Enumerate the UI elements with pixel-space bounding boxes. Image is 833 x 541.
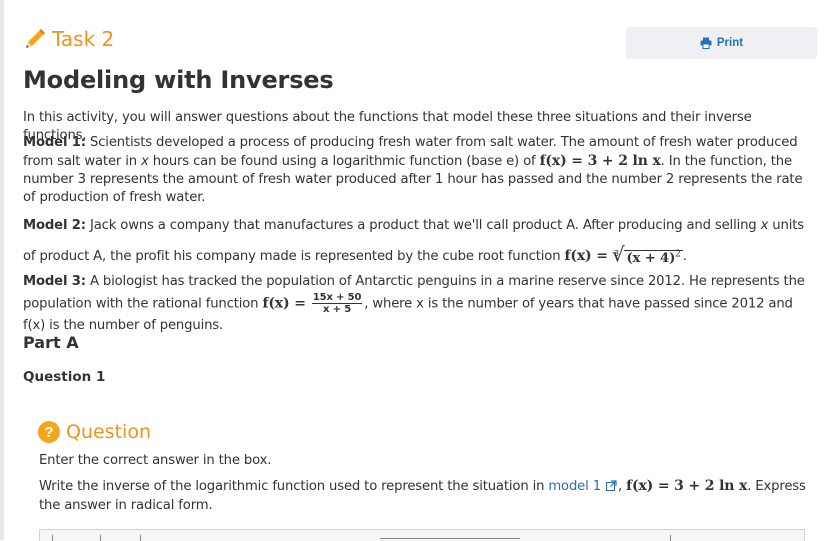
model-2-text-a: Jack owns a company that manufactures a … bbox=[89, 218, 757, 234]
model-2-var: x bbox=[760, 218, 769, 234]
pencil-icon bbox=[26, 29, 45, 48]
toolbar-button[interactable] bbox=[380, 538, 520, 539]
radicand: (x + 4)2 bbox=[624, 249, 683, 266]
print-button[interactable]: Print bbox=[626, 27, 817, 59]
root-index: 3 bbox=[613, 249, 619, 259]
cube-root: 3 √ (x + 4)2 bbox=[612, 240, 683, 272]
model-1-text: Model 1: Scientists developed a process … bbox=[23, 134, 813, 207]
model-1-function: f(x) = 3 + 2 ln x bbox=[539, 153, 661, 170]
question-instruction: Enter the correct answer in the box. bbox=[39, 453, 272, 468]
radicand-exponent: 2 bbox=[675, 249, 681, 260]
model-1-var: x bbox=[141, 154, 149, 170]
external-link-icon[interactable] bbox=[606, 480, 617, 491]
print-label: Print bbox=[716, 37, 744, 49]
question-function: f(x) = 3 + 2 ln x bbox=[626, 478, 748, 494]
toolbar-button[interactable] bbox=[100, 535, 101, 541]
page-title: Modeling with Inverses bbox=[23, 66, 334, 94]
math-editor-toolbar[interactable] bbox=[39, 529, 805, 541]
question-heading: ? Question bbox=[38, 421, 151, 443]
printer-icon bbox=[700, 37, 712, 49]
fraction-denominator: x + 5 bbox=[323, 304, 352, 316]
toolbar-button[interactable] bbox=[670, 535, 671, 541]
question-text: Write the inverse of the logarithmic fun… bbox=[39, 477, 809, 515]
model-1-link[interactable]: model 1 bbox=[548, 479, 601, 494]
question-number-label: Question 1 bbox=[23, 369, 106, 385]
task-header: Task 2 bbox=[22, 24, 114, 54]
model-3-function-lhs: f(x) = bbox=[262, 295, 306, 312]
model-3-text: Model 3: A biologist has tracked the pop… bbox=[23, 271, 813, 336]
toolbar-button[interactable] bbox=[140, 535, 141, 541]
model-1-text-b: hours can be found using a logarithmic f… bbox=[152, 154, 536, 170]
question-text-a: Write the inverse of the logarithmic fun… bbox=[39, 479, 545, 494]
rational-fraction: 15x + 50 x + 5 bbox=[311, 292, 363, 316]
question-text-b: , bbox=[618, 479, 627, 494]
model-3-label: Model 3: bbox=[23, 274, 86, 290]
question-mark-icon: ? bbox=[38, 421, 60, 443]
fraction-numerator: 15x + 50 bbox=[311, 292, 363, 305]
model-2-function-lhs: f(x) = bbox=[564, 248, 608, 265]
radicand-expr: (x + 4) bbox=[626, 250, 676, 266]
model-1-label: Model 1: bbox=[23, 135, 86, 151]
task-title: Task 2 bbox=[52, 27, 115, 51]
model-2-text: Model 2: Jack owns a company that manufa… bbox=[23, 212, 813, 272]
question-title: Question bbox=[66, 421, 151, 443]
part-label: Part A bbox=[23, 333, 79, 352]
left-rule bbox=[0, 0, 4, 540]
toolbar-button[interactable] bbox=[52, 535, 53, 541]
model-2-label: Model 2: bbox=[23, 218, 86, 234]
